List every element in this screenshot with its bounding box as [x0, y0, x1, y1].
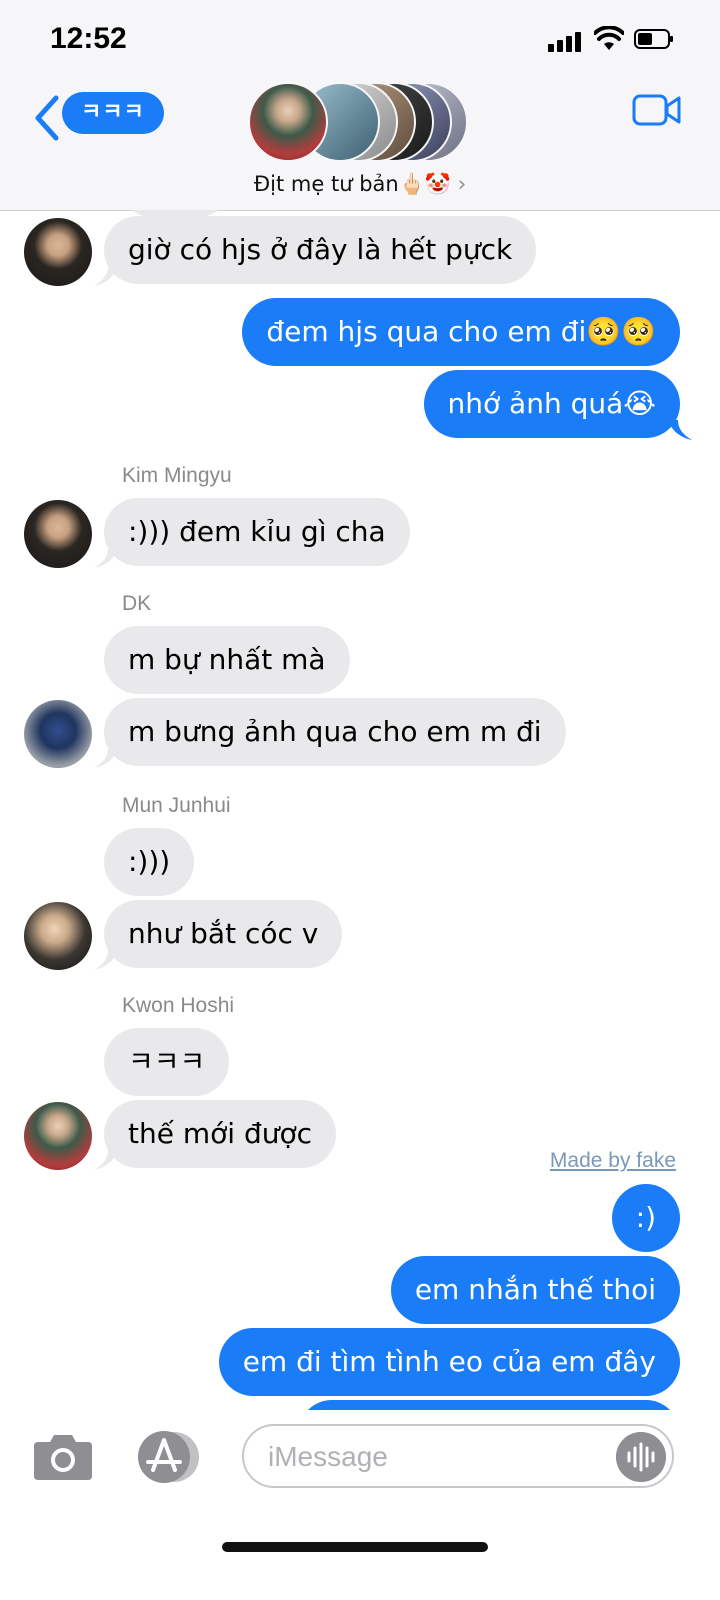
avatar[interactable] [24, 218, 92, 286]
sender-name: Kwon Hoshi [122, 994, 235, 1017]
status-time: 12:52 [50, 22, 127, 55]
message-bubble[interactable]: nhớ ảnh quá😭 [423, 370, 680, 438]
video-camera-icon[interactable] [632, 92, 682, 128]
sender-name: DK [122, 592, 152, 615]
message-bubble[interactable]: giờ có hjs ở đây là hết pựck [104, 216, 537, 284]
wifi-icon [594, 26, 624, 50]
cellular-signal-icon [548, 30, 584, 52]
avatar[interactable] [24, 500, 92, 568]
sender-name: Mun Junhui [122, 794, 231, 817]
back-button[interactable]: ㅋㅋㅋ [62, 92, 164, 134]
composer-bar [0, 1410, 720, 1600]
message-bubble[interactable]: m bưng ảnh qua cho em m đi [104, 698, 566, 766]
message-bubble[interactable]: như bắt cóc v [104, 900, 343, 968]
app-store-icon[interactable] [134, 1430, 206, 1484]
avatar[interactable] [24, 1102, 92, 1170]
battery-icon [634, 29, 673, 49]
group-avatar-stack[interactable] [248, 82, 468, 164]
avatar[interactable] [24, 902, 92, 970]
message-bubble[interactable]: :) [611, 1184, 680, 1252]
message-bubble[interactable]: m bự nhất mà [104, 626, 350, 694]
message-bubble[interactable]: :))) [104, 828, 195, 896]
message-input[interactable] [266, 1426, 610, 1488]
chevron-right-icon: › [457, 172, 467, 196]
status-bar: 12:52 [0, 0, 720, 80]
conversation-header: ㅋㅋㅋ Địt mẹ tư bản🖕🏻🤡 › [0, 80, 720, 211]
home-indicator[interactable] [222, 1542, 488, 1552]
message-bubble[interactable]: đem hjs qua cho em đi🥺🥺 [242, 298, 680, 366]
message-bubble[interactable]: :))) đem kỉu gì cha [104, 498, 410, 566]
audio-wave-icon[interactable] [616, 1432, 666, 1482]
message-thread[interactable]: giờ có hjs ở đây là hết pựck đem hjs qua… [0, 210, 720, 1438]
back-chevron-icon[interactable] [30, 94, 62, 142]
message-bubble[interactable]: ㅋㅋㅋ [104, 1028, 230, 1096]
message-bubble[interactable]: thế mới được [104, 1100, 336, 1168]
group-name[interactable]: Địt mẹ tư bản🖕🏻🤡 › [0, 172, 720, 197]
group-avatar [248, 82, 328, 162]
avatar[interactable] [24, 700, 92, 768]
camera-icon[interactable] [32, 1432, 94, 1482]
watermark: Made by fake [549, 1149, 676, 1172]
message-bubble[interactable]: em đi tìm tình eo của em đây [218, 1328, 680, 1396]
bubble-tail [668, 420, 692, 440]
sender-name: Kim Mingyu [122, 464, 232, 487]
message-input-container [242, 1424, 674, 1488]
message-bubble[interactable]: em nhắn thế thoi [390, 1256, 680, 1324]
